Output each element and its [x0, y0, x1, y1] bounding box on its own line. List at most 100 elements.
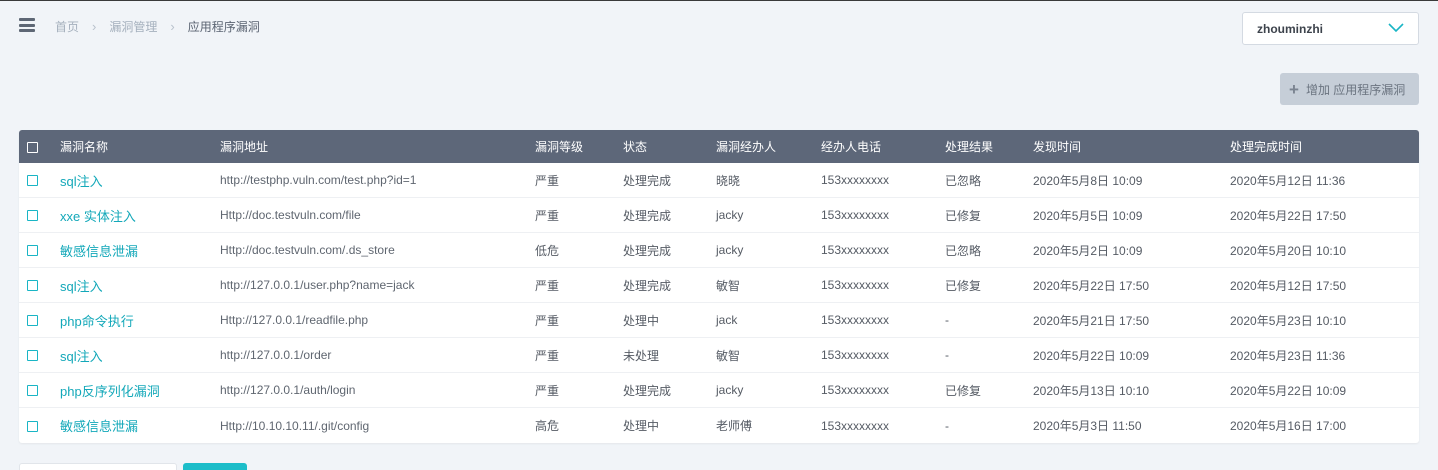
- user-dropdown[interactable]: zhouminzhi: [1242, 12, 1419, 45]
- found-time: 2020年5月22日 10:09: [1033, 348, 1150, 363]
- col-header-address: 漏洞地址: [220, 140, 269, 154]
- vuln-address: http://127.0.0.1/order: [220, 348, 332, 362]
- found-time: 2020年5月2日 10:09: [1033, 243, 1143, 258]
- table-body: sql注入 http://testphp.vuln.com/test.php?id…: [19, 163, 1419, 443]
- vuln-status: 处理完成: [623, 208, 672, 223]
- col-header-result: 处理结果: [945, 140, 994, 154]
- vuln-level: 严重: [535, 313, 560, 328]
- handle-result: 已忽略: [945, 243, 982, 258]
- table-row: php反序列化漏洞 http://127.0.0.1/auth/login 严重 处理…: [19, 373, 1419, 408]
- handler-phone: 153xxxxxxxx: [821, 278, 890, 292]
- add-vulnerability-button[interactable]: + 增加 应用程序漏洞: [1280, 73, 1419, 105]
- row-checkbox[interactable]: [27, 348, 38, 362]
- col-header-phone: 经办人电话: [821, 140, 882, 154]
- vuln-name-link[interactable]: 敏感信息泄漏: [60, 241, 138, 260]
- found-time: 2020年5月22日 17:50: [1033, 278, 1150, 293]
- col-header-status: 状态: [623, 140, 648, 154]
- col-header-handler: 漏洞经办人: [716, 140, 777, 154]
- breadcrumb-section[interactable]: 漏洞管理: [109, 18, 157, 35]
- row-checkbox[interactable]: [27, 278, 38, 292]
- col-header-done-time: 处理完成时间: [1230, 140, 1303, 154]
- done-time: 2020年5月23日 10:10: [1230, 313, 1347, 328]
- handler-phone: 153xxxxxxxx: [821, 418, 890, 433]
- table-row: sql注入 http://testphp.vuln.com/test.php?id…: [19, 163, 1419, 198]
- vuln-handler: 敏智: [716, 348, 741, 363]
- handler-phone: 153xxxxxxxx: [821, 173, 890, 187]
- found-time: 2020年5月5日 10:09: [1033, 208, 1143, 223]
- vuln-handler: 晓晓: [716, 173, 741, 188]
- handle-result: -: [945, 313, 949, 327]
- row-checkbox[interactable]: [27, 243, 38, 257]
- table-row: 敏感信息泄漏 Http://doc.testvuln.com/.ds_store 低…: [19, 233, 1419, 268]
- col-header-level: 漏洞等级: [535, 140, 584, 154]
- table-row: php命令执行 Http://127.0.0.1/readfile.php 严重 处理…: [19, 303, 1419, 338]
- vuln-level: 低危: [535, 243, 560, 258]
- row-checkbox[interactable]: [27, 208, 38, 222]
- done-time: 2020年5月23日 11:36: [1230, 348, 1346, 363]
- handler-phone: 153xxxxxxxx: [821, 208, 890, 222]
- vuln-level: 严重: [535, 348, 560, 363]
- handle-result: 已修复: [945, 208, 982, 223]
- done-time: 2020年5月22日 17:50: [1230, 208, 1347, 223]
- table-row: sql注入 http://127.0.0.1/user.php?name=jack…: [19, 268, 1419, 303]
- user-name: zhouminzhi: [1257, 21, 1323, 36]
- vuln-name-link[interactable]: sql注入: [60, 171, 103, 190]
- vuln-handler: jack: [716, 313, 738, 327]
- table-row: sql注入 http://127.0.0.1/order 严重 未处理 敏智 153xxx…: [19, 338, 1419, 373]
- vuln-handler: jacky: [716, 243, 744, 257]
- found-time: 2020年5月3日 11:50: [1033, 419, 1142, 433]
- table-row: xxe 实体注入 Http://doc.testvuln.com/file 严重 处理…: [19, 198, 1419, 233]
- row-checkbox[interactable]: [27, 173, 38, 187]
- vuln-level: 严重: [535, 383, 560, 398]
- vuln-address: http://127.0.0.1/user.php?name=jack: [220, 278, 415, 292]
- chevron-down-icon: [1388, 22, 1404, 37]
- row-checkbox[interactable]: [27, 383, 38, 397]
- col-header-name: 漏洞名称: [60, 140, 109, 154]
- vuln-name-link[interactable]: 敏感信息泄漏: [60, 416, 138, 435]
- handler-phone: 153xxxxxxxx: [821, 243, 890, 257]
- page-jump-button[interactable]: [183, 463, 247, 470]
- vuln-handler: 老师傅: [716, 419, 753, 433]
- vuln-handler: jacky: [716, 208, 744, 222]
- vuln-status: 处理完成: [623, 173, 672, 188]
- vuln-level: 严重: [535, 278, 560, 293]
- handle-result: -: [945, 418, 949, 433]
- vuln-status: 处理完成: [623, 278, 672, 293]
- vuln-name-link[interactable]: php命令执行: [60, 311, 134, 330]
- vuln-address: Http://127.0.0.1/readfile.php: [220, 313, 369, 327]
- done-time: 2020年5月16日 17:00: [1230, 419, 1347, 433]
- vuln-level: 严重: [535, 173, 560, 188]
- vuln-status: 处理完成: [623, 383, 672, 398]
- vuln-level: 严重: [535, 208, 560, 223]
- table-header: 漏洞名称 漏洞地址 漏洞等级 状态 漏洞经办人 经办人电话 处理结果 发现时间 处理完成时间: [19, 130, 1419, 163]
- handler-phone: 153xxxxxxxx: [821, 348, 890, 362]
- breadcrumb-separator-icon: ›: [92, 19, 97, 34]
- breadcrumb: 首页 › 漏洞管理 › 应用程序漏洞: [55, 18, 260, 35]
- breadcrumb-home[interactable]: 首页: [55, 18, 79, 35]
- vuln-name-link[interactable]: php反序列化漏洞: [60, 381, 160, 400]
- page-jump-input[interactable]: [19, 463, 177, 470]
- select-all-checkbox[interactable]: [27, 140, 38, 154]
- found-time: 2020年5月21日 17:50: [1033, 313, 1150, 328]
- hamburger-icon[interactable]: [19, 18, 35, 32]
- row-checkbox[interactable]: [27, 419, 38, 433]
- vuln-name-link[interactable]: xxe 实体注入: [60, 206, 136, 225]
- done-time: 2020年5月22日 10:09: [1230, 383, 1347, 398]
- vuln-name-link[interactable]: sql注入: [60, 276, 103, 295]
- handler-phone: 153xxxxxxxx: [821, 383, 890, 397]
- vuln-status: 处理中: [623, 313, 660, 328]
- row-checkbox[interactable]: [27, 313, 38, 327]
- vuln-handler: 敏智: [716, 278, 741, 293]
- vulnerability-table: 漏洞名称 漏洞地址 漏洞等级 状态 漏洞经办人 经办人电话 处理结果 发现时间 处理完成时间 s…: [19, 130, 1419, 443]
- breadcrumb-current: 应用程序漏洞: [187, 20, 260, 34]
- table-row: 敏感信息泄漏 Http://10.10.10.11/.git/config 高危 处理…: [19, 408, 1419, 443]
- handler-phone: 153xxxxxxxx: [821, 313, 890, 327]
- add-vulnerability-label: 增加 应用程序漏洞: [1305, 82, 1406, 97]
- done-time: 2020年5月12日 17:50: [1230, 278, 1347, 293]
- vuln-status: 处理完成: [623, 243, 672, 258]
- handle-result: 已修复: [945, 383, 982, 398]
- vuln-name-link[interactable]: sql注入: [60, 346, 103, 365]
- handle-result: 已修复: [945, 278, 982, 293]
- vuln-status: 处理中: [623, 419, 660, 433]
- vuln-handler: jacky: [716, 383, 744, 397]
